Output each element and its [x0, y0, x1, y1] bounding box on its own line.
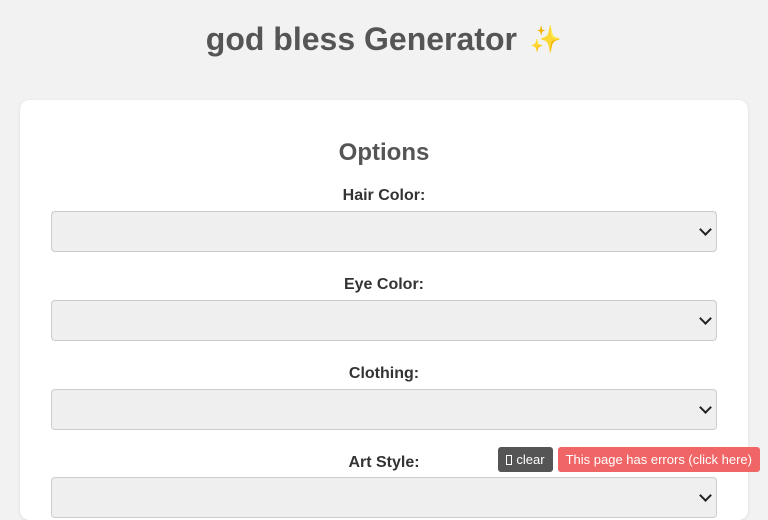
eye-color-label: Eye Color: — [343, 276, 424, 293]
chevron-down-icon — [699, 401, 712, 414]
eye-color-select[interactable] — [51, 300, 717, 341]
hair-color-label: Hair Color: — [342, 187, 426, 204]
errors-button[interactable]: This page has errors (click here) — [557, 447, 760, 472]
clear-button[interactable]: clear — [498, 447, 553, 472]
debug-bar: clear This page has errors (click here) — [498, 447, 760, 472]
chevron-down-icon — [699, 223, 712, 236]
clipboard-icon — [506, 454, 513, 465]
art-style-select[interactable] — [51, 477, 717, 518]
options-title: Options — [338, 139, 430, 166]
chevron-down-icon — [699, 489, 712, 502]
clothing-label: Clothing: — [348, 365, 420, 382]
page-title: god bless Generator ✨ — [0, 19, 768, 59]
chevron-down-icon — [699, 312, 712, 325]
hair-color-select[interactable] — [51, 211, 717, 252]
sparkles-icon: ✨ — [529, 24, 563, 54]
clear-label: clear — [516, 452, 545, 467]
page-title-text: god bless Generator — [205, 21, 517, 57]
clothing-select[interactable] — [51, 389, 717, 430]
